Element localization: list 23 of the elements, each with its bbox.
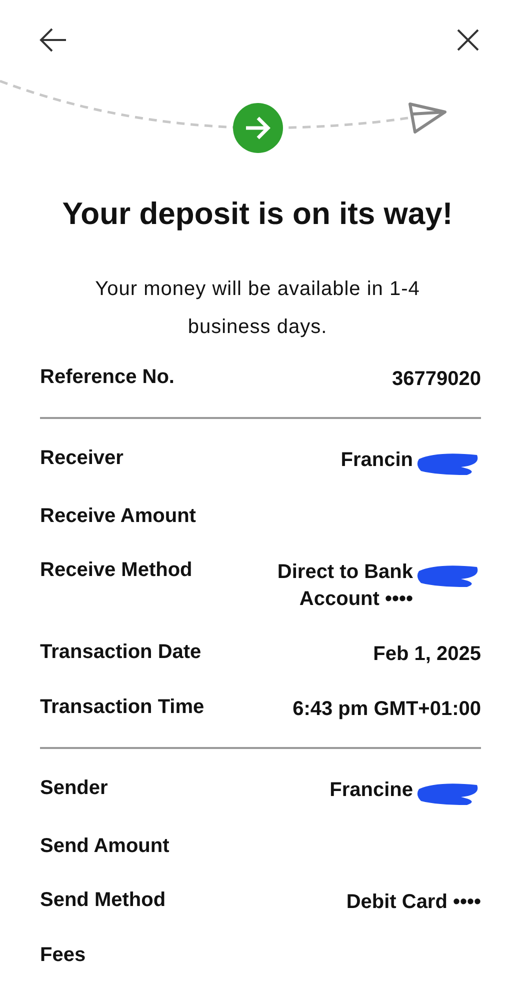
paper-plane-icon (408, 102, 446, 134)
detail-value: 36779020 (392, 367, 481, 392)
detail-value: Francine (330, 778, 413, 803)
detail-value: Francin (340, 448, 413, 473)
detail-label: Fees (40, 944, 86, 967)
detail-label: Sender (40, 777, 108, 800)
detail-label: Receiver (40, 447, 124, 470)
detail-value: Feb 1, 2025 (373, 642, 481, 667)
back-icon[interactable] (38, 27, 68, 53)
detail-label: Reference No. (40, 366, 174, 389)
detail-value: Direct to Bank Account •••• (276, 560, 413, 612)
detail-value: 6:43 pm GMT+01:00 (292, 697, 481, 722)
confirmation-title: Your deposit is on its way! (61, 196, 454, 232)
close-icon[interactable] (456, 28, 480, 52)
arrow-circle-icon (233, 103, 283, 153)
detail-label: Receive Method (40, 559, 192, 582)
detail-value: Debit Card •••• (346, 890, 481, 915)
detail-label: Transaction Time (40, 696, 204, 719)
detail-label: Transaction Date (40, 641, 202, 664)
detail-label: Send Method (40, 889, 166, 912)
availability-message: Your money will be available in 1-4 business days. (94, 277, 421, 340)
detail-label: Send Amount (40, 835, 170, 858)
detail-label: Receive Amount (40, 505, 196, 528)
